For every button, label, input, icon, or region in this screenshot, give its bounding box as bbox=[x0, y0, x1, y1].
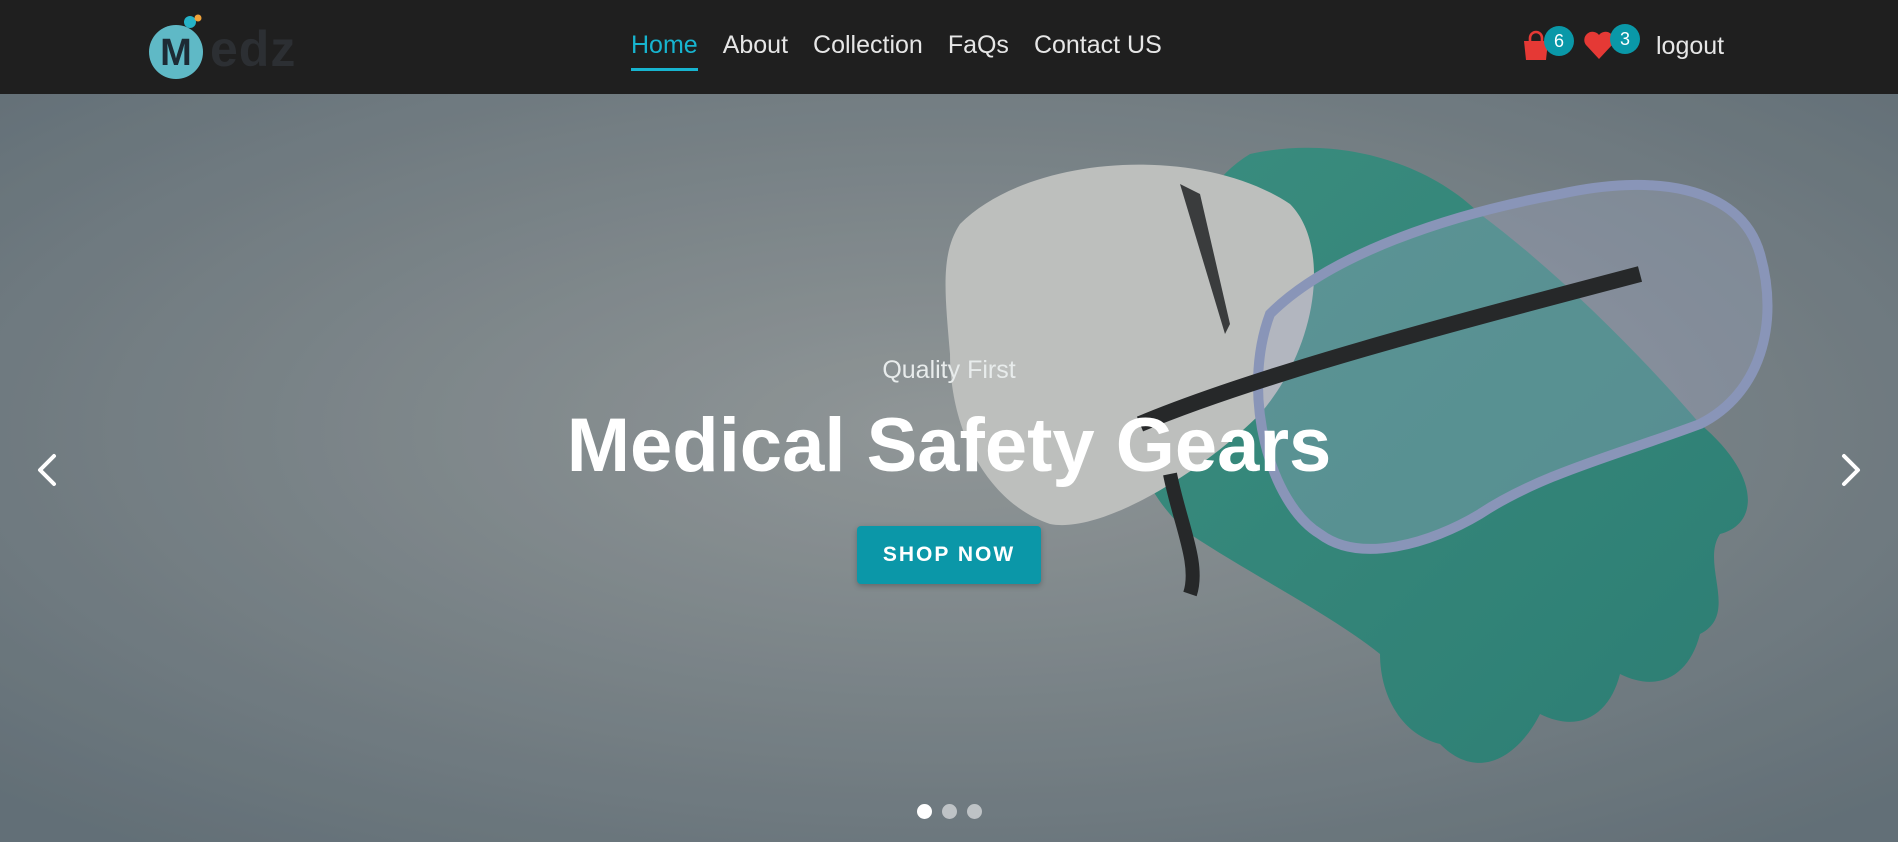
logo-mark-icon: M bbox=[149, 14, 203, 79]
chevron-left-icon bbox=[38, 454, 56, 486]
brand-logo[interactable]: M edz bbox=[148, 14, 308, 80]
logout-link[interactable]: logout bbox=[1656, 32, 1724, 61]
nav-link-faqs[interactable]: FaQs bbox=[948, 30, 1009, 71]
cart-count-badge: 6 bbox=[1544, 26, 1574, 56]
nav-link-collection[interactable]: Collection bbox=[813, 30, 923, 71]
wishlist-count-badge: 3 bbox=[1610, 24, 1640, 54]
carousel-dot-2[interactable] bbox=[942, 804, 957, 819]
logo-text: edz bbox=[210, 21, 297, 77]
hero-headline: Medical Safety Gears bbox=[566, 403, 1332, 488]
nav-link-about[interactable]: About bbox=[723, 30, 788, 71]
chevron-right-icon bbox=[1842, 454, 1860, 486]
carousel-indicators bbox=[917, 804, 982, 819]
carousel-dot-1[interactable] bbox=[917, 804, 932, 819]
carousel-next-button[interactable] bbox=[1830, 448, 1870, 492]
carousel-dot-3[interactable] bbox=[967, 804, 982, 819]
header-actions: 6 3 logout bbox=[1520, 24, 1850, 74]
main-nav: Home About Collection FaQs Contact US bbox=[631, 30, 1187, 71]
nav-link-home[interactable]: Home bbox=[631, 30, 698, 71]
top-navbar: M edz Home About Collection FaQs Contact… bbox=[0, 0, 1898, 94]
nav-link-contact[interactable]: Contact US bbox=[1034, 30, 1162, 71]
hero-carousel: Quality First Medical Safety Gears SHOP … bbox=[0, 94, 1898, 842]
shop-now-button[interactable]: SHOP NOW bbox=[857, 526, 1041, 584]
carousel-prev-button[interactable] bbox=[28, 448, 68, 492]
cart-button[interactable]: 6 bbox=[1520, 26, 1574, 70]
logo-initial: M bbox=[160, 32, 192, 74]
wishlist-button[interactable]: 3 bbox=[1583, 24, 1640, 70]
hero-eyebrow: Quality First bbox=[882, 356, 1016, 384]
